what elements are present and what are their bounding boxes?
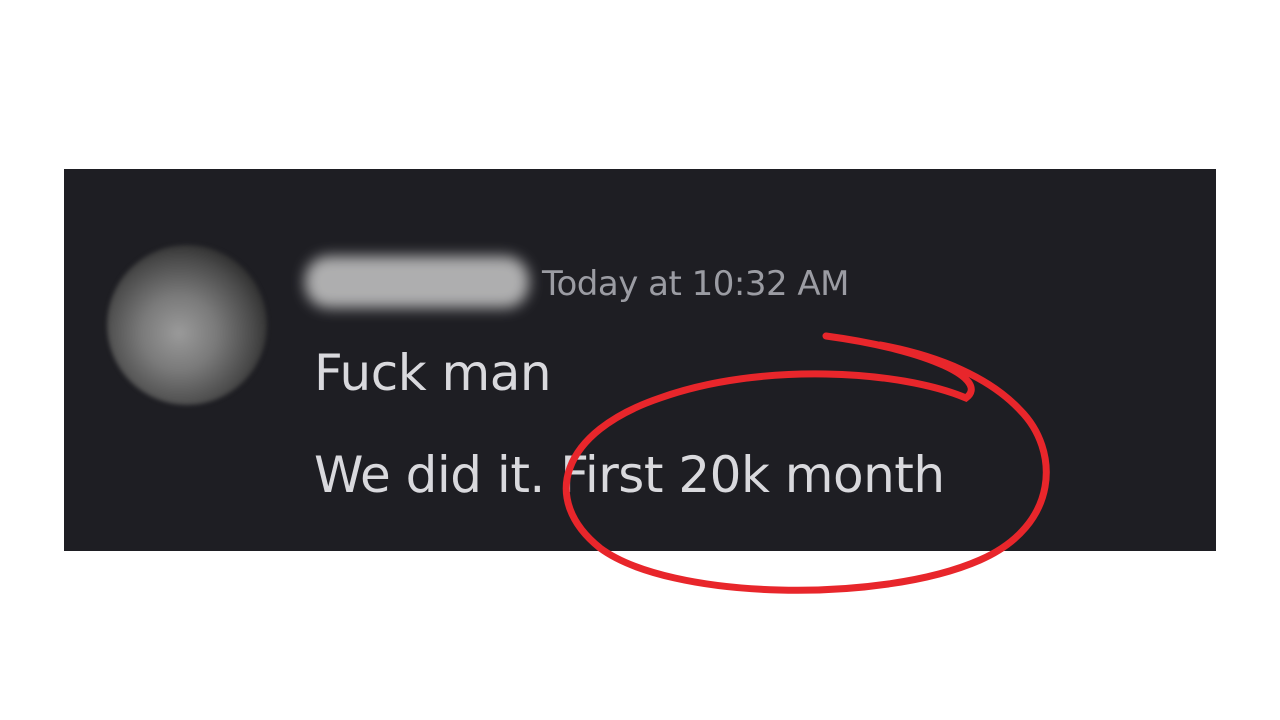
blurred-username[interactable] [305, 256, 529, 308]
screenshot-stage: Today at 10:32 AM Fuck man We did it. Fi… [0, 0, 1280, 720]
message-line-1: Fuck man [314, 344, 552, 402]
blurred-avatar-icon[interactable] [107, 245, 267, 405]
message-timestamp: Today at 10:32 AM [542, 264, 850, 304]
message-line-2: We did it. First 20k month [314, 446, 945, 504]
